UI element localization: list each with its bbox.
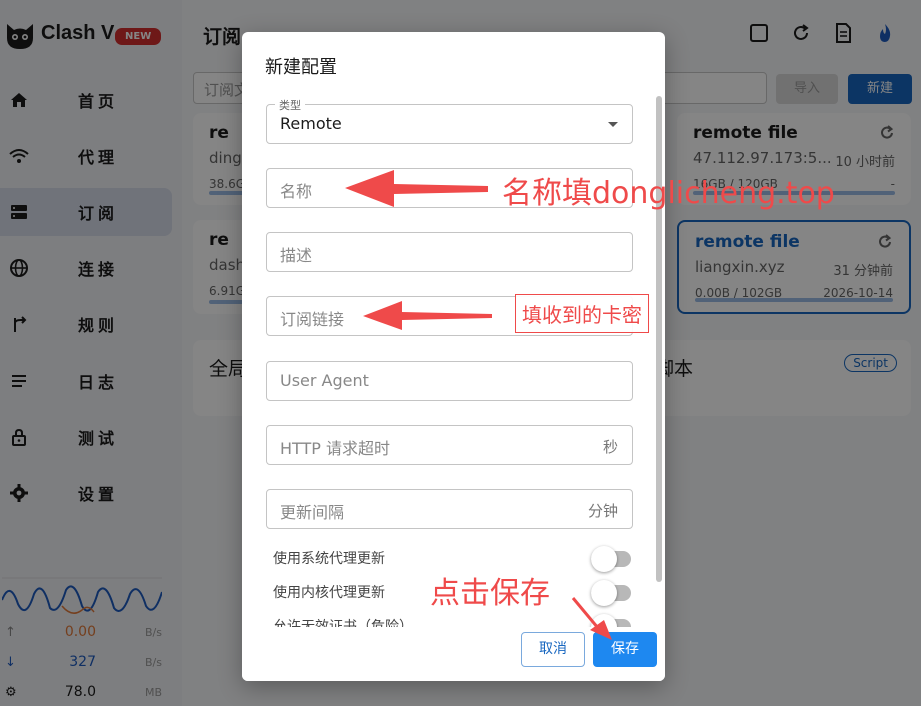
save-hint-annotation: 点击保存	[430, 576, 550, 611]
caret-down-icon	[608, 122, 618, 127]
cancel-button[interactable]: 取消	[521, 632, 585, 667]
dialog-footer: 取消 保存	[242, 627, 665, 681]
save-button[interactable]: 保存	[593, 632, 657, 667]
update-interval-field[interactable]: 更新间隔 分钟	[266, 489, 633, 529]
dialog-title: 新建配置	[265, 57, 337, 78]
core-proxy-toggle[interactable]	[591, 580, 633, 606]
type-select[interactable]: 类型 Remote	[266, 97, 633, 144]
user-agent-field[interactable]: User Agent	[266, 361, 633, 401]
timeout-field[interactable]: HTTP 请求超时 秒	[266, 425, 633, 465]
description-field[interactable]: 描述	[266, 232, 633, 272]
url-hint-annotation: 填收到的卡密	[515, 294, 649, 333]
system-proxy-toggle[interactable]	[591, 546, 633, 572]
name-hint-annotation: 名称填donglicheng.top	[502, 176, 835, 211]
